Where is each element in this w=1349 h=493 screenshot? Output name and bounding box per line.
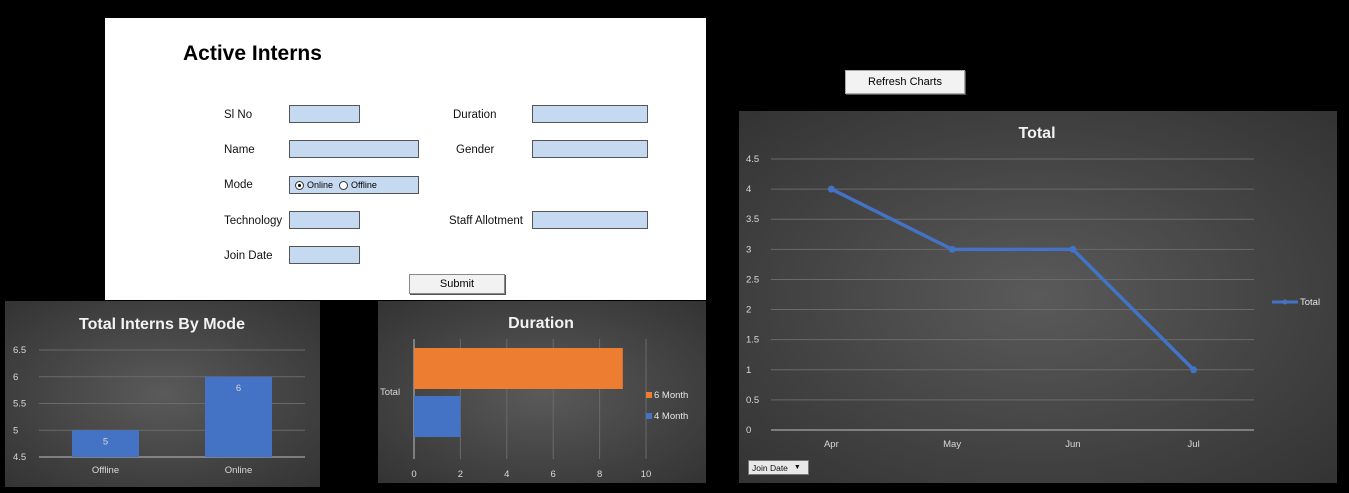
x-tick-label: Jun (1065, 439, 1080, 450)
duration-chart-svg: Duration 0 2 4 6 8 10 Total 6 Month 4 Month (380, 315, 688, 480)
sl-no-field[interactable] (289, 105, 360, 123)
y-tick-label: 5.5 (13, 399, 26, 410)
legend-swatch (646, 413, 652, 419)
x-tick-label: 2 (458, 469, 463, 480)
intern-form-panel: Active Interns Sl No Name Mode Online Of… (105, 18, 706, 300)
y-tick-label: 2 (746, 305, 751, 316)
staff-allotment-label: Staff Allotment (449, 215, 523, 227)
mode-option-offline[interactable]: Offline (339, 180, 377, 190)
radio-unselected-icon (339, 180, 349, 190)
bar-data-label: 5 (103, 436, 108, 447)
mode-option-online-label: Online (307, 180, 334, 190)
x-tick-label: May (943, 439, 961, 450)
x-tick-label: 0 (411, 469, 416, 480)
y-tick-label: 3 (746, 244, 751, 255)
mode-label: Mode (224, 179, 253, 191)
bar-data-label: 6 (236, 383, 241, 394)
technology-label: Technology (224, 215, 283, 227)
x-tick-label: 4 (504, 469, 509, 480)
gender-label: Gender (456, 144, 495, 156)
duration-field[interactable] (532, 105, 648, 123)
x-tick-label: Online (225, 465, 252, 476)
y-tick-label: 2.5 (746, 274, 759, 285)
sl-no-label: Sl No (224, 109, 253, 121)
refresh-charts-button[interactable]: Refresh Charts (845, 70, 965, 94)
x-tick-label: Apr (824, 439, 839, 450)
x-tick-label: 6 (551, 469, 556, 480)
gender-field[interactable] (532, 140, 648, 158)
legend-label: 6 Month (654, 390, 688, 401)
duration-chart-title: Duration (508, 315, 574, 332)
data-point (1190, 366, 1198, 374)
x-tick-label: Offline (92, 465, 119, 476)
mode-option-online[interactable]: Online (295, 180, 333, 190)
y-category-label: Total (380, 387, 400, 398)
x-tick-label: Jul (1188, 439, 1200, 450)
submit-button[interactable]: Submit (409, 274, 505, 294)
join-date-field[interactable] (289, 246, 360, 264)
data-point (1069, 245, 1077, 253)
mode-option-offline-label: Offline (351, 180, 377, 190)
y-tick-label: 4.5 (13, 452, 26, 463)
mode-radio-group: Online Offline (289, 176, 419, 194)
y-tick-label: 3.5 (746, 214, 759, 225)
name-field[interactable] (289, 140, 419, 158)
bar (414, 396, 461, 437)
bar (414, 348, 623, 389)
y-tick-label: 4 (746, 184, 751, 195)
interns-by-mode-chart[interactable]: Total Interns By Mode 4.5 5 5.5 6 6.5 5 6 Off… (5, 301, 320, 487)
total-line-chart[interactable]: Total 0 0.5 1 1.5 2 2.5 3 3.5 4 4.5 Apr May Jun Jul … (739, 111, 1337, 483)
interns-by-mode-chart-svg: Total Interns By Mode 4.5 5 5.5 6 6.5 5 6 Off… (13, 316, 305, 476)
form-title: Active Interns (183, 42, 322, 65)
y-tick-label: 4.5 (746, 154, 759, 165)
interns-by-mode-chart-title: Total Interns By Mode (79, 316, 245, 333)
join-date-filter-label: Join Date (752, 462, 788, 473)
y-tick-label: 0 (746, 425, 751, 436)
y-tick-label: 6 (13, 372, 18, 383)
data-point (827, 185, 835, 193)
data-point (948, 245, 956, 253)
y-tick-label: 1.5 (746, 335, 759, 346)
y-tick-label: 0.5 (746, 395, 759, 406)
x-tick-label: 8 (597, 469, 602, 480)
legend-marker (1282, 299, 1288, 305)
chevron-down-icon: ▼ (793, 464, 801, 471)
y-tick-label: 1 (746, 365, 751, 376)
duration-label: Duration (453, 109, 497, 121)
total-line-chart-title: Total (1018, 125, 1055, 142)
legend-label: 4 Month (654, 411, 688, 422)
name-label: Name (224, 144, 255, 156)
y-tick-label: 6.5 (13, 345, 26, 356)
radio-selected-icon (295, 180, 304, 190)
join-date-label: Join Date (224, 250, 273, 262)
x-tick-label: 10 (641, 469, 652, 480)
duration-chart[interactable]: Duration 0 2 4 6 8 10 Total 6 Month 4 Month (378, 301, 706, 483)
join-date-filter-button[interactable]: Join Date ▼ (748, 460, 809, 475)
legend-label: Total (1300, 297, 1320, 308)
technology-field[interactable] (289, 211, 360, 229)
total-line-chart-svg: Total 00.511.522.533.544.5 Apr May Jun Jul … (746, 125, 1320, 450)
staff-allotment-field[interactable] (532, 211, 648, 229)
y-tick-label: 5 (13, 425, 18, 436)
legend-swatch (646, 392, 652, 398)
